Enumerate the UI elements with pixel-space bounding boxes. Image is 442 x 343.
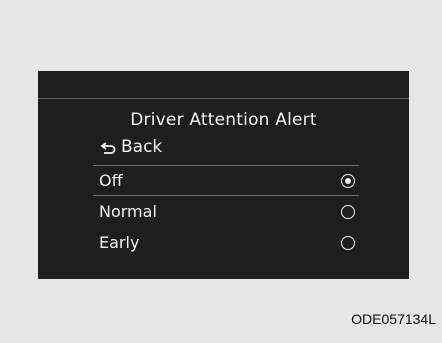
option-normal-label: Normal	[99, 202, 157, 221]
back-button[interactable]: Back	[100, 137, 162, 157]
option-normal[interactable]: Normal	[93, 196, 359, 227]
radio-normal[interactable]	[341, 204, 355, 219]
option-off[interactable]: Off	[93, 165, 359, 196]
header-divider	[38, 98, 409, 99]
screen-title: Driver Attention Alert	[130, 110, 317, 130]
option-off-label: Off	[99, 171, 123, 190]
back-arrow-icon	[100, 141, 116, 154]
display-screen: Driver Attention Alert Back Off Normal E…	[38, 71, 409, 279]
radio-off-selected[interactable]	[341, 173, 355, 188]
option-early[interactable]: Early	[93, 227, 359, 258]
radio-selected-dot	[345, 177, 351, 184]
option-list: Off Normal Early	[93, 165, 359, 258]
option-early-label: Early	[99, 233, 140, 252]
radio-early[interactable]	[341, 235, 355, 250]
back-label: Back	[121, 137, 163, 157]
figure-code: ODE057134L	[351, 311, 436, 327]
